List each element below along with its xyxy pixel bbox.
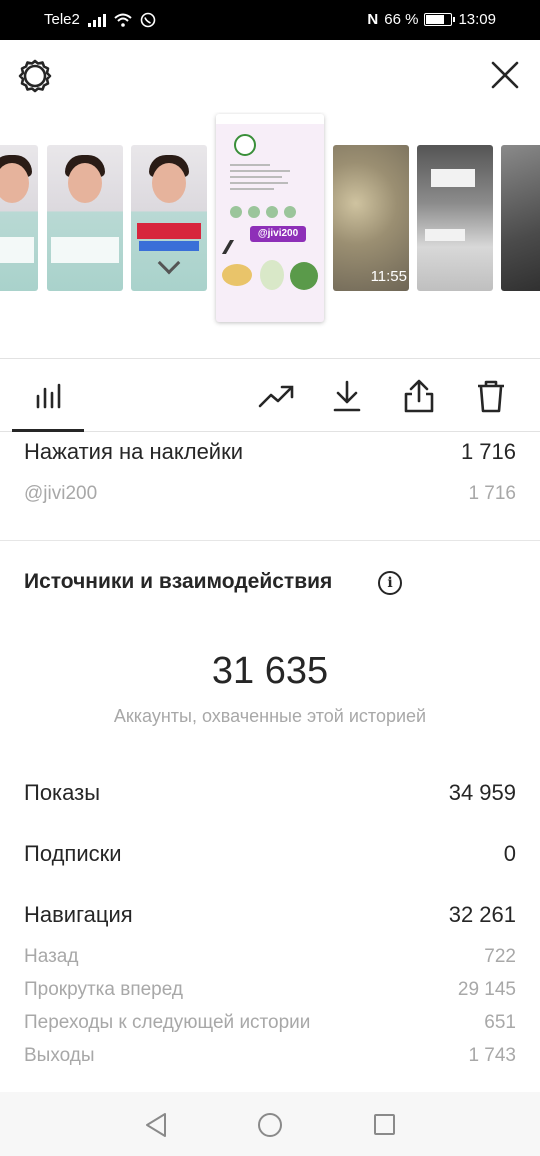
stories-carousel[interactable]: @jivi200 11:55 [0, 112, 540, 358]
metric-row: Показы 34 959 [24, 780, 516, 806]
navigation-detail-row: Выходы 1 743 [24, 1045, 516, 1067]
bar-chart-icon[interactable] [29, 377, 67, 415]
recent-apps-icon[interactable] [374, 1114, 395, 1135]
back-icon[interactable] [144, 1112, 168, 1138]
story-thumbnail[interactable] [417, 145, 493, 291]
navigation-detail-row: Назад 722 [24, 946, 516, 968]
download-icon[interactable] [328, 377, 366, 415]
section-title: Источники и взаимодействия [24, 570, 333, 593]
share-icon[interactable] [400, 377, 438, 415]
home-icon[interactable] [258, 1113, 282, 1137]
follows-label: Подписки [24, 841, 122, 866]
trash-icon[interactable] [472, 377, 510, 415]
sticker-mention-label: @jivi200 [24, 483, 98, 504]
exits-value: 1 743 [468, 1045, 516, 1066]
close-icon[interactable] [490, 60, 520, 90]
story-insights-header [0, 40, 540, 112]
navigation-detail-row: Переходы к следующей истории 651 [24, 1012, 516, 1034]
whatsapp-icon [140, 12, 156, 27]
navigation-value: 32 261 [448, 902, 516, 927]
status-bar: Tele2 N 66 % 13:09 [0, 0, 540, 40]
impressions-label: Показы [24, 780, 101, 805]
next-story-label: Переходы к следующей истории [24, 1012, 311, 1033]
story-actions-toolbar [0, 358, 540, 432]
exits-label: Выходы [24, 1045, 95, 1066]
metric-row: Навигация 32 261 [24, 902, 516, 928]
video-duration: 11:55 [370, 268, 407, 285]
sticker-taps-label: Нажатия на наклейки [24, 439, 244, 464]
clock: 13:09 [458, 11, 496, 28]
impressions-value: 34 959 [448, 780, 516, 805]
info-icon[interactable]: i [378, 571, 402, 595]
battery-percent: 66 % [384, 11, 419, 28]
signal-icon [87, 13, 106, 27]
navigation-detail-row: Прокрутка вперед 29 145 [24, 979, 516, 1001]
selected-story-thumbnail[interactable]: @jivi200 [216, 114, 324, 322]
forward-value: 29 145 [457, 979, 516, 1000]
battery-icon [424, 13, 456, 26]
metric-row: Подписки 0 [24, 841, 516, 867]
navigation-label: Навигация [24, 902, 133, 927]
system-navigation-bar [0, 1092, 540, 1156]
divider [0, 540, 540, 541]
sticker-mention-value: 1 716 [468, 483, 516, 504]
story-thumbnail[interactable] [501, 145, 540, 291]
back-label: Назад [24, 946, 79, 967]
story-thumbnail[interactable] [0, 145, 38, 291]
story-thumbnail[interactable] [47, 145, 123, 291]
carrier-label: Tele2 [44, 11, 80, 28]
next-story-value: 651 [484, 1012, 516, 1033]
gear-icon[interactable] [17, 58, 53, 94]
accounts-reached-value: 31 635 [211, 650, 329, 692]
sticker-taps-row: Нажатия на наклейки 1 716 [24, 439, 516, 465]
sticker-mention-row: @jivi200 1 716 [24, 483, 516, 505]
sticker-taps-value: 1 716 [460, 439, 516, 464]
selection-pointer [257, 342, 285, 358]
trending-up-icon[interactable] [257, 377, 295, 415]
wifi-icon [114, 13, 132, 27]
story-thumbnail[interactable] [131, 145, 207, 291]
avatar [234, 134, 256, 156]
forward-label: Прокрутка вперед [24, 979, 183, 1000]
follows-value: 0 [503, 841, 516, 866]
active-tab-indicator [12, 429, 84, 432]
accounts-reached-caption: Аккаунты, охваченные этой историей [113, 706, 427, 726]
story-thumbnail[interactable]: 11:55 [333, 145, 409, 291]
nfc-icon: N [367, 11, 379, 28]
back-value: 722 [484, 946, 516, 967]
